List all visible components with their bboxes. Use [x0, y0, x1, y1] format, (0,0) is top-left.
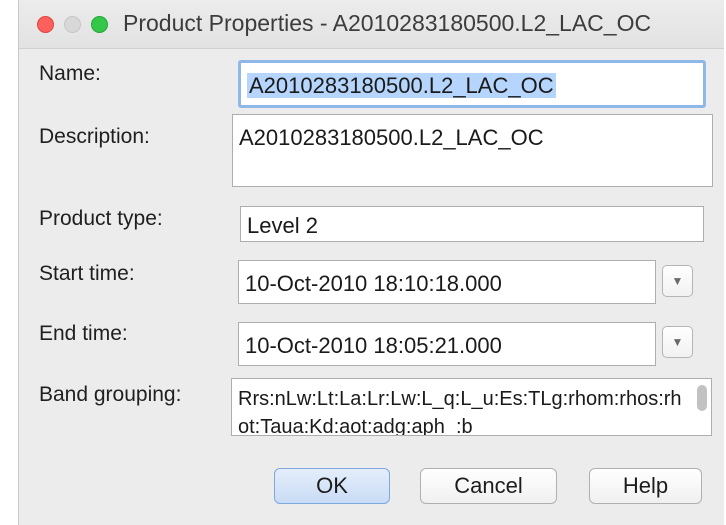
end-time-input[interactable]: 10-Oct-2010 18:05:21.000 [238, 322, 656, 366]
cancel-button[interactable]: Cancel [420, 468, 557, 504]
minimize-window-button[interactable] [64, 16, 81, 33]
product-type-label: Product type: [39, 207, 163, 230]
description-textarea[interactable]: A2010283180500.L2_LAC_OC [232, 114, 713, 187]
product-properties-dialog: Product Properties - A2010283180500.L2_L… [18, 0, 724, 525]
start-time-label: Start time: [39, 262, 135, 285]
band-grouping-textarea[interactable]: Rrs:nLw:Lt:La:Lr:Lw:L_q:L_u:Es:TLg:rhom:… [231, 378, 712, 436]
end-time-dropdown-button[interactable]: ▼ [662, 326, 693, 358]
end-time-label: End time: [39, 322, 128, 345]
maximize-window-button[interactable] [91, 16, 108, 33]
close-window-button[interactable] [37, 16, 54, 33]
band-grouping-scrollbar[interactable] [695, 381, 709, 433]
product-type-input[interactable]: Level 2 [240, 206, 704, 242]
help-button[interactable]: Help [589, 468, 702, 504]
name-label: Name: [39, 62, 101, 85]
band-grouping-label: Band grouping: [39, 383, 182, 406]
title-bar[interactable]: Product Properties - A2010283180500.L2_L… [19, 0, 724, 49]
name-input[interactable]: A2010283180500.L2_LAC_OC [238, 60, 706, 108]
window-title: Product Properties - A2010283180500.L2_L… [123, 10, 652, 36]
chevron-down-icon: ▼ [671, 274, 684, 288]
ok-button[interactable]: OK [274, 468, 390, 504]
scrollbar-thumb[interactable] [697, 385, 707, 411]
chevron-down-icon: ▼ [671, 335, 684, 349]
name-input-value: A2010283180500.L2_LAC_OC [247, 73, 556, 98]
band-grouping-text: Rrs:nLw:Lt:La:Lr:Lw:L_q:L_u:Es:TLg:rhom:… [238, 388, 682, 436]
start-time-input[interactable]: 10-Oct-2010 18:10:18.000 [238, 260, 656, 304]
start-time-dropdown-button[interactable]: ▼ [662, 265, 693, 297]
description-label: Description: [39, 125, 150, 148]
